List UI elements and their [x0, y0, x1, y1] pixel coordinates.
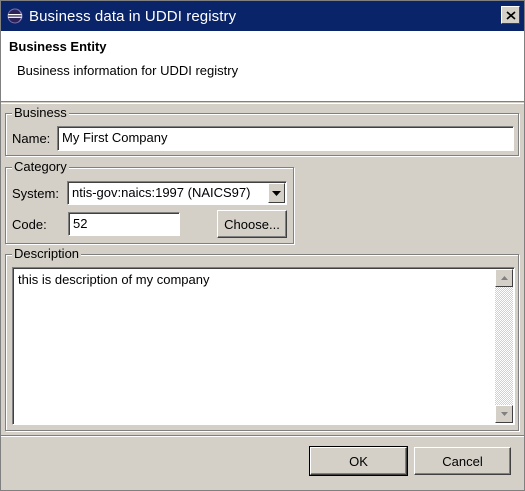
ok-button[interactable]: OK — [309, 446, 408, 476]
system-select-value: ntis-gov:naics:1997 (NAICS97) — [72, 185, 251, 200]
footer-divider-highlight — [1, 436, 524, 437]
description-text: this is description of my company — [18, 272, 210, 287]
close-icon — [505, 10, 516, 20]
name-field[interactable]: My First Company — [57, 126, 514, 151]
name-label: Name: — [12, 131, 51, 146]
scroll-down-button[interactable] — [495, 405, 513, 423]
arrow-up-icon — [500, 276, 508, 280]
category-legend: Category — [12, 159, 69, 175]
system-dropdown-button[interactable] — [268, 183, 285, 203]
chevron-down-icon — [272, 190, 281, 196]
wizard-header: Business Entity Business information for… — [1, 31, 524, 102]
description-legend: Description — [12, 246, 82, 262]
business-legend: Business — [12, 105, 69, 121]
choose-button[interactable]: Choose... — [217, 210, 287, 238]
arrow-down-icon — [500, 412, 508, 416]
description-textarea[interactable]: this is description of my company — [12, 267, 515, 425]
system-label: System: — [12, 186, 59, 201]
system-select[interactable]: ntis-gov:naics:1997 (NAICS97) — [67, 181, 287, 205]
header-title: Business Entity — [9, 39, 107, 54]
window-title: Business data in UDDI registry — [29, 7, 237, 25]
eclipse-icon — [6, 7, 24, 25]
cancel-button[interactable]: Cancel — [414, 447, 511, 475]
description-scrollbar[interactable] — [495, 269, 513, 423]
close-button[interactable] — [501, 6, 520, 24]
code-label: Code: — [12, 217, 47, 232]
title-bar[interactable]: Business data in UDDI registry — [1, 1, 524, 31]
dialog-window: Business data in UDDI registry Business … — [0, 0, 525, 491]
header-description: Business information for UDDI registry — [17, 63, 239, 78]
header-divider — [1, 103, 524, 104]
scroll-up-button[interactable] — [495, 269, 513, 287]
code-field[interactable]: 52 — [68, 212, 180, 236]
